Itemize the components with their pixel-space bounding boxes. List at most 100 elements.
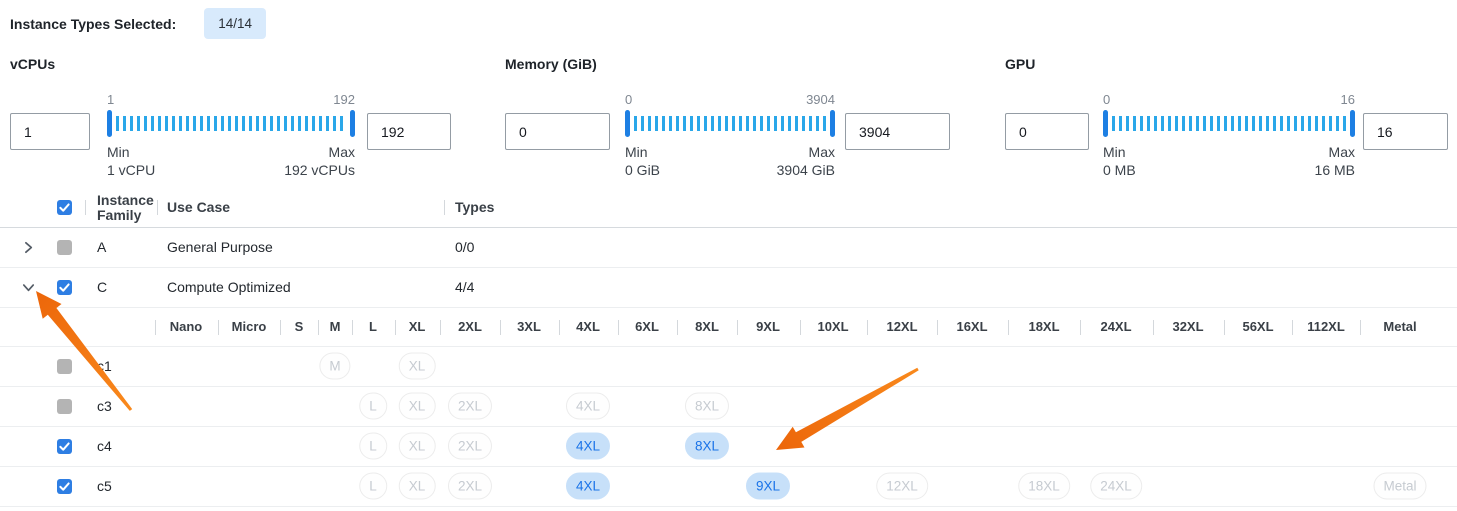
select-all-checkbox[interactable]	[57, 200, 72, 215]
slider-min-label: 0	[1103, 92, 1110, 108]
column-separator	[444, 200, 445, 215]
column-separator	[559, 320, 560, 335]
size-pill[interactable]: L	[359, 393, 387, 420]
instance-checkbox[interactable]	[57, 479, 72, 494]
slider-handle-max[interactable]	[1350, 110, 1355, 137]
size-pill-selected[interactable]: 4XL	[566, 473, 610, 500]
gpu-min-input[interactable]	[1005, 113, 1089, 150]
size-pill[interactable]: XL	[399, 433, 436, 460]
size-pill[interactable]: M	[319, 353, 350, 380]
column-separator	[157, 200, 158, 215]
selection-count-badge: 14/14	[204, 8, 266, 39]
size-pill-selected[interactable]: 8XL	[685, 433, 729, 460]
size-column-header: Metal	[1383, 308, 1416, 346]
vcpus-slider-track[interactable]	[107, 110, 355, 137]
slider-minmax-captions: Min 0 GiB Max 3904 GiB	[625, 143, 835, 179]
max-caption: Max	[1315, 143, 1355, 161]
size-pill[interactable]: 2XL	[448, 473, 492, 500]
family-row-c: C Compute Optimized 4/4	[0, 268, 1457, 308]
instance-name: c4	[97, 427, 112, 466]
instance-checkbox[interactable]	[57, 399, 72, 414]
size-pill-selected[interactable]: 9XL	[746, 473, 790, 500]
filter-group-gpu: GPU 0 16 Min 0 MB M	[1005, 56, 1448, 184]
size-column-header: 24XL	[1100, 308, 1131, 346]
selection-header: Instance Types Selected: 14/14	[10, 8, 266, 39]
gpu-slider: 0 16 Min 0 MB Max 16 MB	[1103, 92, 1355, 179]
column-separator	[618, 320, 619, 335]
memory-max-input[interactable]	[845, 113, 950, 150]
size-pill[interactable]: 12XL	[876, 473, 928, 500]
slider-handle-max[interactable]	[350, 110, 355, 137]
family-checkbox[interactable]	[57, 240, 72, 255]
size-pill[interactable]: 8XL	[685, 393, 729, 420]
size-pill[interactable]: 2XL	[448, 393, 492, 420]
size-pill-selected[interactable]: 4XL	[566, 433, 610, 460]
slider-max-label: 16	[1341, 92, 1355, 108]
column-separator	[1224, 320, 1225, 335]
selection-count-label: Instance Types Selected:	[10, 16, 176, 32]
size-pill[interactable]: 2XL	[448, 433, 492, 460]
slider-handle-min[interactable]	[1103, 110, 1108, 137]
instance-row-c4: c4 L XL 2XL 4XL 8XL	[0, 427, 1457, 467]
size-pill[interactable]: 18XL	[1018, 473, 1070, 500]
size-column-header: 112XL	[1307, 308, 1345, 346]
size-pill[interactable]: Metal	[1373, 473, 1426, 500]
column-separator	[1080, 320, 1081, 335]
gpu-slider-track[interactable]	[1103, 110, 1355, 137]
slider-handle-max[interactable]	[830, 110, 835, 137]
family-checkbox[interactable]	[57, 280, 72, 295]
size-column-header: Micro	[232, 308, 267, 346]
chevron-right-icon[interactable]	[21, 240, 36, 255]
max-caption: Max	[284, 143, 355, 161]
column-separator	[1360, 320, 1361, 335]
min-caption: Min	[1103, 143, 1136, 161]
max-caption: Max	[777, 143, 835, 161]
table-header-row: Instance Family Use Case Types	[0, 188, 1457, 228]
size-header-row: Nano Micro S M L XL 2XL 3XL 4XL 6XL 8XL …	[0, 308, 1457, 347]
slider-ticks	[1112, 116, 1346, 131]
instance-checkbox[interactable]	[57, 439, 72, 454]
instance-row-c3: c3 L XL 2XL 4XL 8XL	[0, 387, 1457, 427]
column-separator	[280, 320, 281, 335]
filters-section: vCPUs 1 192 Min 1 vCPU	[0, 56, 1457, 184]
column-separator	[85, 200, 86, 215]
column-header-types: Types	[455, 188, 494, 227]
filter-group-vcpus: vCPUs 1 192 Min 1 vCPU	[10, 56, 451, 184]
column-separator	[800, 320, 801, 335]
size-pill[interactable]: L	[359, 473, 387, 500]
vcpus-min-input[interactable]	[10, 113, 90, 150]
column-separator	[677, 320, 678, 335]
size-pill[interactable]: XL	[399, 473, 436, 500]
size-column-header: 18XL	[1028, 308, 1059, 346]
instance-family-table: Instance Family Use Case Types A General…	[0, 188, 1457, 507]
family-types-count: 0/0	[455, 228, 474, 267]
vcpus-max-input[interactable]	[367, 113, 451, 150]
column-separator	[1153, 320, 1154, 335]
min-caption: Min	[625, 143, 660, 161]
instance-checkbox[interactable]	[57, 359, 72, 374]
family-name: C	[97, 268, 107, 307]
slider-range-labels: 1 192	[107, 92, 355, 108]
column-separator	[440, 320, 441, 335]
size-pill[interactable]: 24XL	[1090, 473, 1142, 500]
size-column-header: 56XL	[1242, 308, 1273, 346]
instance-row-c1: c1 M XL	[0, 347, 1457, 387]
instance-name: c3	[97, 387, 112, 426]
size-pill[interactable]: XL	[399, 393, 436, 420]
chevron-down-icon[interactable]	[21, 280, 36, 295]
memory-min-input[interactable]	[505, 113, 610, 150]
slider-handle-min[interactable]	[107, 110, 112, 137]
memory-slider: 0 3904 Min 0 GiB Max 3904 GiB	[625, 92, 835, 179]
vcpus-slider: 1 192 Min 1 vCPU Max 192 vCPUs	[107, 92, 355, 179]
size-pill[interactable]: L	[359, 433, 387, 460]
slider-handle-min[interactable]	[625, 110, 630, 137]
size-column-header: 10XL	[817, 308, 848, 346]
size-pill[interactable]: 4XL	[566, 393, 610, 420]
gpu-max-input[interactable]	[1363, 113, 1448, 150]
instance-row-c5: c5 L XL 2XL 4XL 9XL 12XL 18XL 24XL Metal	[0, 467, 1457, 507]
column-header-use-case: Use Case	[167, 188, 230, 227]
size-pill[interactable]: XL	[399, 353, 436, 380]
memory-slider-track[interactable]	[625, 110, 835, 137]
instance-name: c5	[97, 467, 112, 506]
filter-title-gpu: GPU	[1005, 56, 1448, 72]
